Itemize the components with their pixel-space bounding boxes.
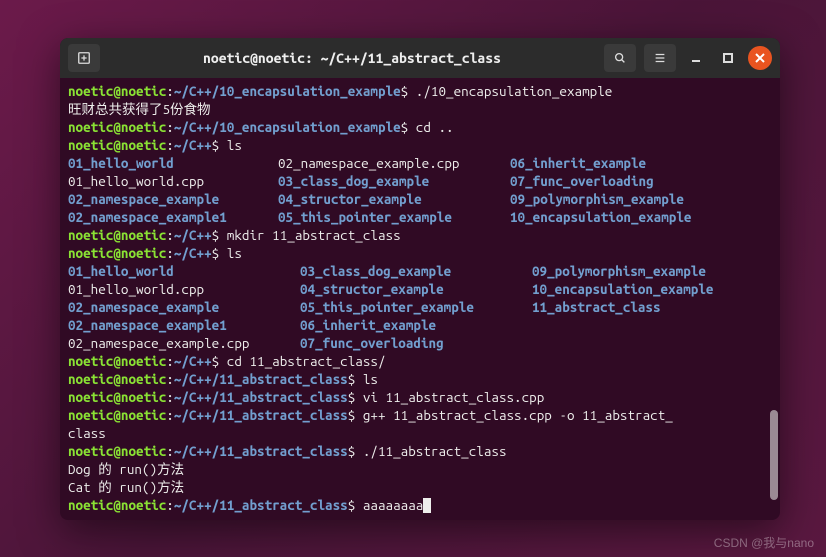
cursor xyxy=(423,498,431,513)
terminal-content[interactable]: noetic@noetic:~/C++/10_encapsulation_exa… xyxy=(60,78,780,520)
maximize-button[interactable] xyxy=(716,46,740,70)
output-line: 旺财总共获得了5份食物 xyxy=(68,100,772,118)
scrollbar-thumb[interactable] xyxy=(770,410,778,500)
scrollbar[interactable] xyxy=(768,78,778,520)
current-input[interactable]: aaaaaaaa xyxy=(363,497,423,513)
titlebar: noetic@noetic: ~/C++/11_abstract_class xyxy=(60,38,780,78)
window-title: noetic@noetic: ~/C++/11_abstract_class xyxy=(108,50,596,66)
new-tab-button[interactable] xyxy=(68,44,100,72)
minimize-button[interactable] xyxy=(684,46,708,70)
close-button[interactable] xyxy=(748,46,772,70)
menu-button[interactable] xyxy=(644,44,676,72)
prompt-user: noetic@noetic xyxy=(68,83,166,99)
ls-output-2: 01_hello_world03_class_dog_example09_pol… xyxy=(68,262,772,352)
ls-output-1: 01_hello_world02_namespace_example.cpp06… xyxy=(68,154,772,226)
output-line: Cat 的 run()方法 xyxy=(68,478,772,496)
terminal-window: noetic@noetic: ~/C++/11_abstract_class n… xyxy=(60,38,780,520)
watermark: CSDN @我与nano xyxy=(714,534,814,551)
search-button[interactable] xyxy=(604,44,636,72)
output-line: Dog 的 run()方法 xyxy=(68,460,772,478)
